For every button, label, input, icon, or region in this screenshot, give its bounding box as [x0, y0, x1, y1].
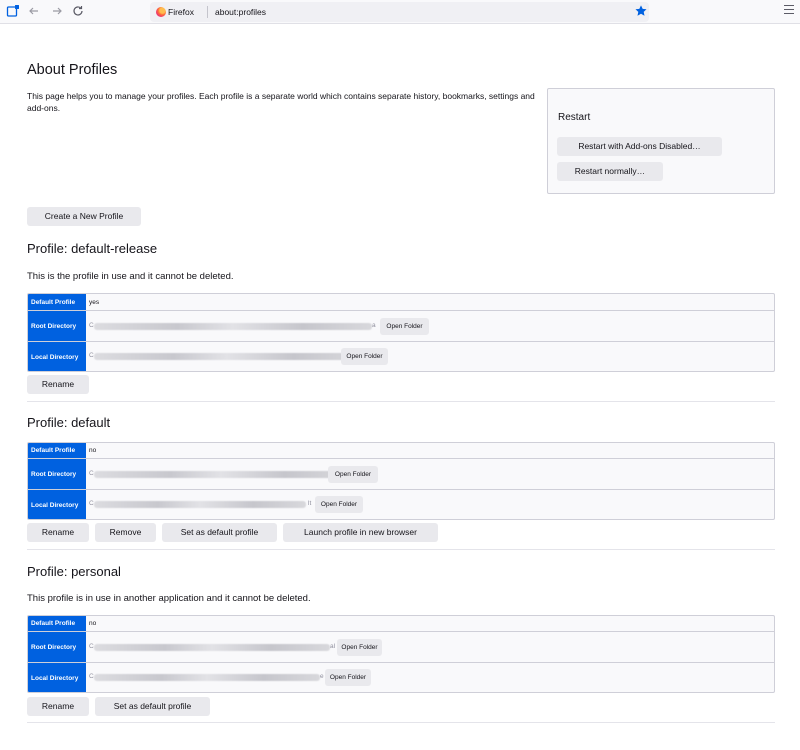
root-directory-path	[94, 644, 330, 651]
root-directory-path	[94, 471, 348, 478]
local-directory-path	[94, 353, 360, 360]
local-directory-row: Local Directory C e Open Folder	[28, 663, 774, 692]
local-directory-row: Local Directory C t Open Folder	[28, 342, 774, 371]
back-icon[interactable]	[27, 4, 43, 20]
open-local-folder-button[interactable]: Open Folder	[325, 669, 371, 686]
default-profile-row: Default Profile no	[28, 616, 774, 632]
default-profile-value: yes	[89, 298, 100, 306]
rename-button[interactable]: Rename	[27, 523, 89, 542]
restart-normally-button[interactable]: Restart normally…	[557, 162, 663, 181]
create-profile-button[interactable]: Create a New Profile	[27, 207, 141, 226]
bookmark-star-icon[interactable]	[634, 4, 648, 18]
root-directory-path-start: C	[89, 643, 94, 650]
root-directory-path-start: C	[89, 470, 94, 477]
open-root-folder-button[interactable]: Open Folder	[380, 318, 429, 335]
open-local-folder-button[interactable]: Open Folder	[315, 496, 363, 513]
rename-button[interactable]: Rename	[27, 697, 89, 716]
default-profile-row: Default Profile yes	[28, 294, 774, 311]
local-directory-row: Local Directory C lt Open Folder	[28, 490, 774, 519]
set-default-profile-button[interactable]: Set as default profile	[95, 697, 210, 716]
profile-note: This profile is in use in another applic…	[27, 593, 311, 604]
root-directory-path-start: C	[89, 322, 94, 329]
url-bar[interactable]: Firefox about:profiles	[150, 2, 649, 22]
root-directory-label: Root Directory	[28, 632, 86, 662]
local-directory-label: Local Directory	[28, 663, 86, 692]
section-divider	[27, 401, 775, 402]
forward-icon[interactable]	[50, 4, 66, 20]
local-directory-label: Local Directory	[28, 490, 86, 519]
local-directory-path-start: C	[89, 352, 94, 359]
restart-addons-disabled-button[interactable]: Restart with Add-ons Disabled…	[557, 137, 722, 156]
restart-title: Restart	[558, 112, 591, 123]
open-root-folder-button[interactable]: Open Folder	[328, 466, 378, 483]
profile-heading: Profile: personal	[27, 564, 121, 579]
default-profile-label: Default Profile	[28, 616, 86, 631]
root-directory-row: Root Directory C al Open Folder	[28, 632, 774, 663]
url-text[interactable]: about:profiles	[215, 5, 266, 19]
restart-panel: Restart Restart with Add-ons Disabled… R…	[547, 88, 775, 194]
default-profile-value: no	[89, 620, 97, 627]
firefox-logo-icon	[156, 7, 166, 17]
url-separator	[207, 6, 208, 18]
page-title: About Profiles	[27, 62, 118, 78]
root-directory-row: Root Directory C a Open Folder	[28, 311, 774, 342]
open-root-folder-button[interactable]: Open Folder	[337, 639, 382, 656]
profile-table: Default Profile yes Root Directory C a O…	[27, 293, 775, 372]
set-default-profile-button[interactable]: Set as default profile	[162, 523, 277, 542]
open-local-folder-button[interactable]: Open Folder	[341, 348, 388, 365]
identity-label[interactable]: Firefox	[168, 5, 194, 19]
default-profile-label: Default Profile	[28, 443, 86, 458]
local-directory-label: Local Directory	[28, 342, 86, 371]
sidebar-icon[interactable]	[6, 4, 22, 20]
reload-icon[interactable]	[71, 4, 87, 20]
profile-heading: Profile: default-release	[27, 241, 158, 256]
browser-toolbar: Firefox about:profiles	[0, 0, 800, 24]
root-directory-path	[94, 323, 372, 330]
profile-heading: Profile: default	[27, 415, 111, 430]
profile-table: Default Profile no Root Directory C al O…	[27, 615, 775, 693]
default-profile-row: Default Profile no	[28, 443, 774, 459]
rename-button[interactable]: Rename	[27, 375, 89, 394]
root-directory-label: Root Directory	[28, 459, 86, 489]
root-directory-path-end: a	[372, 322, 376, 329]
local-directory-path	[94, 501, 306, 508]
profile-table: Default Profile no Root Directory C Open…	[27, 442, 775, 520]
local-directory-path-end: lt	[308, 500, 312, 507]
section-divider	[27, 549, 775, 550]
default-profile-label: Default Profile	[28, 294, 86, 310]
root-directory-label: Root Directory	[28, 311, 86, 341]
default-profile-value: no	[89, 447, 97, 454]
remove-button[interactable]: Remove	[95, 523, 156, 542]
local-directory-path-start: C	[89, 673, 94, 680]
root-directory-row: Root Directory C Open Folder	[28, 459, 774, 490]
local-directory-path	[94, 674, 320, 681]
local-directory-path-end: e	[320, 673, 324, 680]
section-divider	[27, 722, 775, 723]
profile-note: This is the profile in use and it cannot…	[27, 271, 234, 282]
local-directory-path-start: C	[89, 500, 94, 507]
app-menu-icon[interactable]	[784, 5, 794, 17]
root-directory-path-end: al	[330, 643, 336, 650]
page-intro: This page helps you to manage your profi…	[27, 91, 535, 113]
launch-profile-button[interactable]: Launch profile in new browser	[283, 523, 438, 542]
